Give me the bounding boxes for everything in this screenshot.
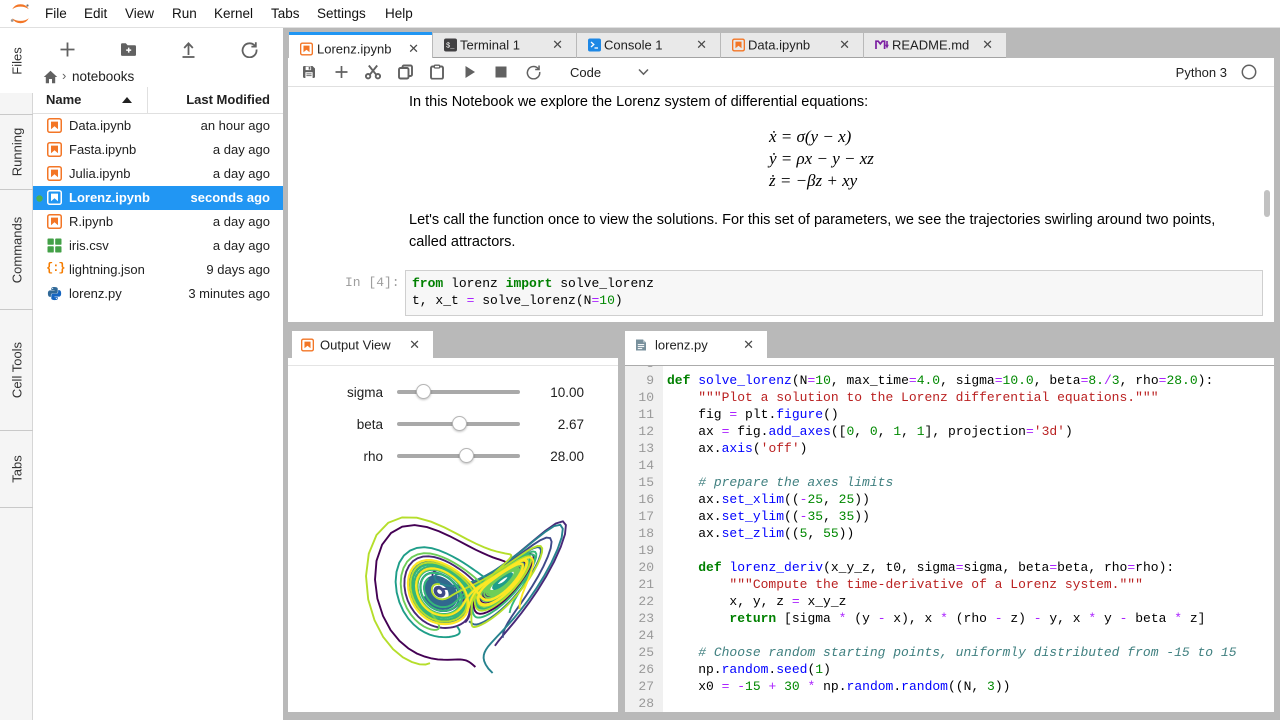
svg-text:$_: $_ (446, 43, 455, 51)
